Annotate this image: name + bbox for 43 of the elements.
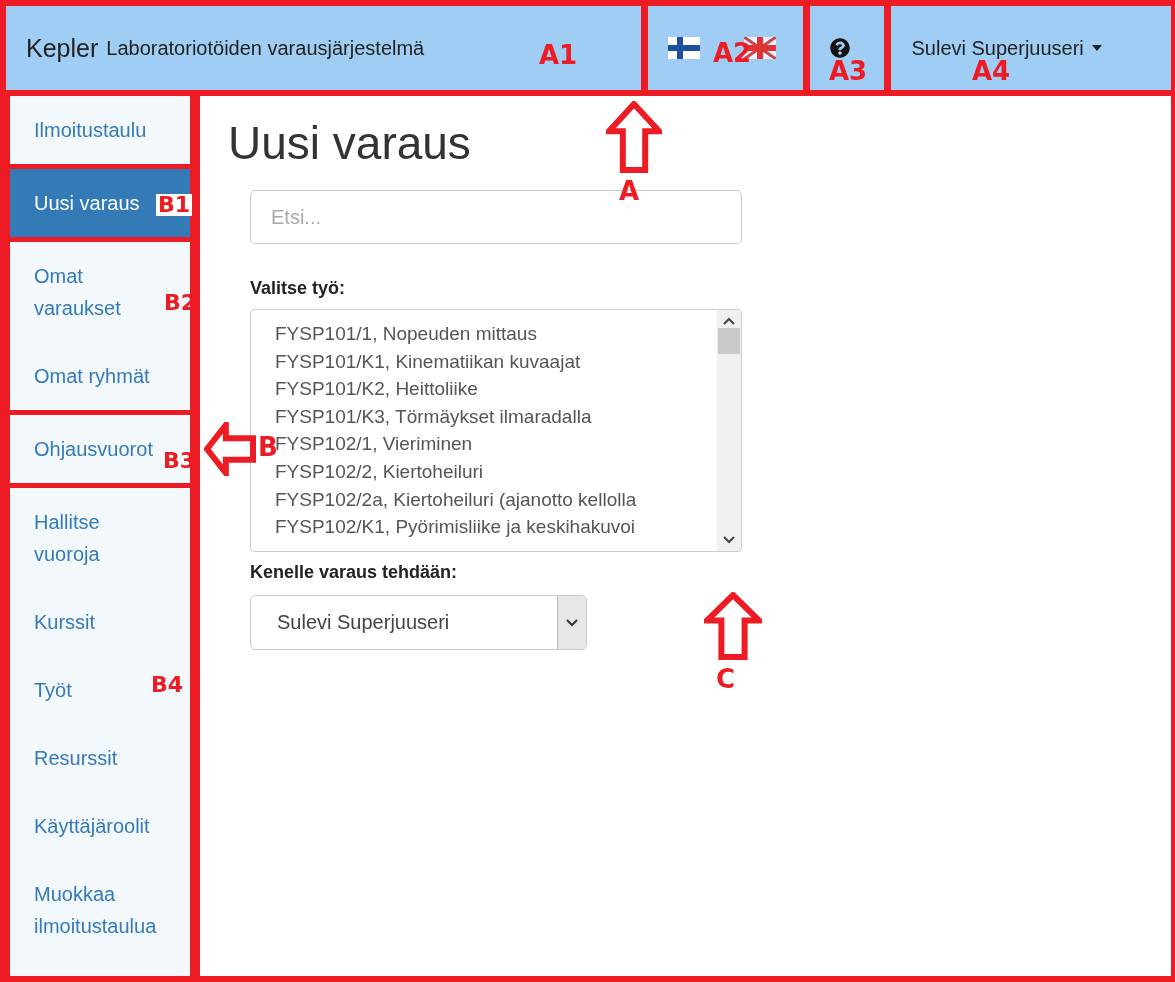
- work-option[interactable]: FYSP102/1, Vieriminen: [275, 430, 717, 458]
- work-option[interactable]: FYSP101/K2, Heittoliike: [275, 375, 717, 403]
- sidebar-item[interactable]: Omat varaukset: [34, 260, 154, 324]
- sidebar-item[interactable]: Hallitse vuoroja: [34, 506, 154, 570]
- work-listbox[interactable]: [250, 309, 742, 552]
- app-subtitle: Laboratoriotöiden varausjärjestelmä: [106, 36, 425, 60]
- sidebar-item[interactable]: Kurssit: [34, 606, 96, 638]
- caret-icon[interactable]: [1091, 45, 1102, 51]
- sidebar-item[interactable]: Ohjausvuorot: [34, 433, 153, 465]
- annotation-label: B1: [156, 194, 193, 216]
- annotation-label: B4: [151, 674, 184, 696]
- annotation-label: A1: [539, 42, 578, 68]
- help-icon[interactable]: [829, 38, 850, 58]
- work-option[interactable]: FYSP102/2a, Kiertoheiluri (ajanotto kellolla: [275, 485, 717, 514]
- sidebar-item[interactable]: Omat ryhmät: [34, 360, 150, 392]
- sidebar-item[interactable]: Uusi varaus: [34, 187, 140, 219]
- work-option[interactable]: FYSP102/2, Kiertoheiluri: [275, 457, 717, 486]
- sidebar-item[interactable]: Käyttäjäroolit: [34, 810, 150, 842]
- sidebar-item[interactable]: Resurssit: [34, 742, 118, 774]
- left-arrow-icon: [204, 422, 256, 476]
- annotation-label: C: [716, 666, 736, 692]
- work-option[interactable]: FYSP101/K1, Kinematiikan kuvaajat: [275, 347, 717, 376]
- brand-name[interactable]: Kepler: [26, 33, 99, 63]
- annotation-label: A2: [713, 40, 752, 66]
- annotation-label: A3: [829, 58, 868, 84]
- chevron-down-icon: [566, 618, 578, 627]
- annotation-label: A4: [972, 58, 1011, 84]
- scroll-down-icon[interactable]: [723, 535, 735, 545]
- recipient-select[interactable]: Sulevi Superjuuseri: [250, 595, 587, 650]
- up-arrow-icon: [606, 101, 662, 173]
- page-title: Uusi varaus: [228, 116, 471, 170]
- work-label: Valitse työ:: [250, 278, 347, 299]
- work-option[interactable]: FYSP101/K3, Törmäykset ilmaradalla: [275, 402, 717, 431]
- recipient-label: Kenelle varaus tehdään:: [250, 562, 459, 583]
- finnish-flag-icon[interactable]: [667, 37, 700, 59]
- user-menu[interactable]: Sulevi Superjuuseri: [911, 36, 1084, 60]
- work-option[interactable]: FYSP101/1, Nopeuden mittaus: [275, 320, 717, 348]
- work-option[interactable]: FYSP102/K1, Pyörimisliike ja keskihakuvoi: [275, 513, 717, 541]
- scroll-up-icon[interactable]: [723, 316, 735, 326]
- scroll-thumb[interactable]: [718, 328, 740, 354]
- sidebar-item[interactable]: Työt: [34, 674, 72, 706]
- up-arrow-icon: [704, 592, 762, 660]
- scrollbar[interactable]: [717, 310, 741, 551]
